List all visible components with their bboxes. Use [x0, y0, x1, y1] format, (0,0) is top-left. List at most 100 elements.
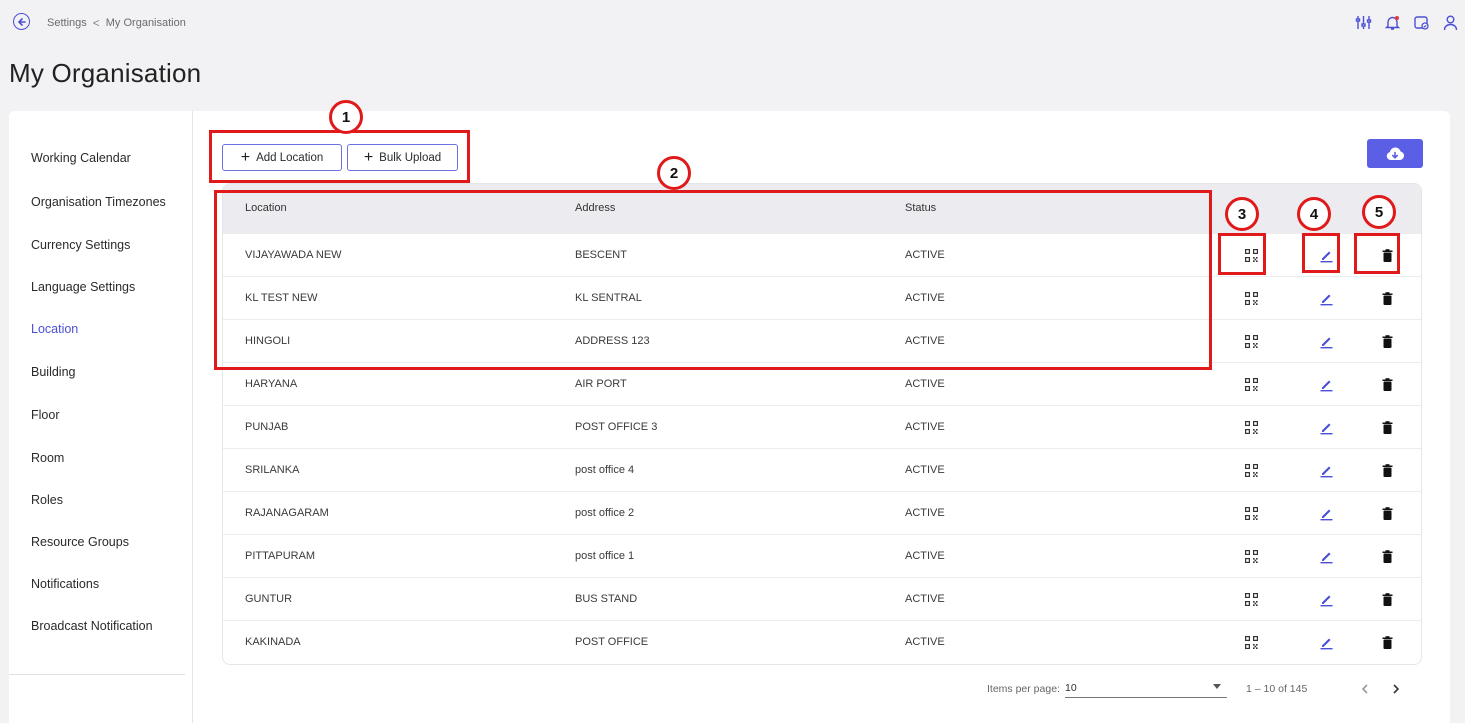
sidebar-item-room[interactable]: Room: [31, 451, 64, 465]
edit-pencil-icon[interactable]: [1315, 588, 1337, 610]
qr-code-icon[interactable]: [1240, 545, 1262, 567]
delete-trash-icon[interactable]: [1376, 330, 1398, 352]
column-header-address: Address: [575, 202, 616, 214]
qr-code-icon[interactable]: [1240, 588, 1262, 610]
cloud-download-button[interactable]: [1367, 139, 1423, 168]
annotation-number-3: 3: [1225, 197, 1259, 231]
table-row: VIJAYAWADA NEW BESCENT ACTIVE: [223, 233, 1421, 276]
qr-code-icon[interactable]: [1240, 416, 1262, 438]
next-page-button[interactable]: [1385, 678, 1407, 700]
breadcrumb-current: My Organisation: [105, 17, 186, 29]
table-row: GUNTUR BUS STAND ACTIVE: [223, 577, 1421, 620]
sidebar-item-organisation-timezones[interactable]: Organisation Timezones: [31, 195, 166, 209]
status-cell: ACTIVE: [905, 593, 945, 605]
qr-code-icon[interactable]: [1240, 244, 1262, 266]
delete-trash-icon[interactable]: [1376, 287, 1398, 309]
notification-bell-icon[interactable]: [1378, 10, 1407, 34]
table-row: HINGOLI ADDRESS 123 ACTIVE: [223, 319, 1421, 362]
location-cell: SRILANKA: [245, 464, 300, 476]
sidebar-item-language-settings[interactable]: Language Settings: [31, 280, 135, 294]
delete-trash-icon[interactable]: [1376, 502, 1398, 524]
location-cell: PUNJAB: [245, 421, 289, 433]
tune-sliders-icon[interactable]: [1349, 10, 1378, 34]
annotation-number-2: 2: [657, 156, 691, 190]
bulk-upload-button[interactable]: + Bulk Upload: [347, 144, 458, 171]
breadcrumb-settings[interactable]: Settings: [47, 17, 87, 29]
edit-pencil-icon[interactable]: [1315, 631, 1337, 653]
previous-page-button[interactable]: [1354, 678, 1376, 700]
edit-pencil-icon[interactable]: [1315, 502, 1337, 524]
add-location-button[interactable]: + Add Location: [222, 144, 342, 171]
location-cell: KAKINADA: [245, 636, 301, 648]
edit-pencil-icon[interactable]: [1315, 416, 1337, 438]
address-cell: POST OFFICE 3: [575, 421, 658, 433]
location-cell: PITTAPURAM: [245, 550, 316, 562]
breadcrumb-separator: <: [92, 16, 100, 30]
location-cell: GUNTUR: [245, 593, 293, 605]
settings-sidebar: Working Calendar Organisation Timezones …: [9, 111, 193, 723]
edit-pencil-icon[interactable]: [1315, 545, 1337, 567]
table-row: KL TEST NEW KL SENTRAL ACTIVE: [223, 276, 1421, 319]
edit-pencil-icon[interactable]: [1315, 287, 1337, 309]
edit-pencil-icon[interactable]: [1315, 244, 1337, 266]
cloud-download-icon: [1386, 147, 1405, 160]
items-per-page-value: 10: [1065, 682, 1077, 694]
chevron-right-icon: [1393, 684, 1400, 694]
table-row: HARYANA AIR PORT ACTIVE: [223, 362, 1421, 405]
address-cell: ADDRESS 123: [575, 335, 650, 347]
edit-pencil-icon[interactable]: [1315, 373, 1337, 395]
sidebar-item-floor[interactable]: Floor: [31, 408, 59, 422]
qr-code-icon[interactable]: [1240, 373, 1262, 395]
locations-table: Location Address Status VIJAYAWADA NEW BE…: [222, 183, 1422, 665]
delete-trash-icon[interactable]: [1376, 373, 1398, 395]
sidebar-item-broadcast-notification[interactable]: Broadcast Notification: [31, 619, 153, 633]
location-cell: HARYANA: [245, 378, 298, 390]
status-cell: ACTIVE: [905, 636, 945, 648]
delete-trash-icon[interactable]: [1376, 545, 1398, 567]
address-cell: post office 1: [575, 550, 635, 562]
location-cell: RAJANAGARAM: [245, 507, 329, 519]
column-header-status: Status: [905, 202, 937, 214]
annotation-number-1: 1: [329, 100, 363, 134]
sidebar-item-notifications[interactable]: Notifications: [31, 577, 99, 591]
breadcrumb: Settings < My Organisation: [47, 16, 186, 30]
top-icon-group: [1349, 10, 1465, 34]
top-bar: Settings < My Organisation: [0, 0, 1465, 46]
sidebar-item-currency-settings[interactable]: Currency Settings: [31, 238, 130, 252]
status-cell: ACTIVE: [905, 249, 945, 261]
sidebar-item-resource-groups[interactable]: Resource Groups: [31, 535, 129, 549]
delete-trash-icon[interactable]: [1376, 416, 1398, 438]
edit-pencil-icon[interactable]: [1315, 330, 1337, 352]
edit-pencil-icon[interactable]: [1315, 459, 1337, 481]
back-arrow-icon[interactable]: [13, 13, 30, 30]
delete-trash-icon[interactable]: [1376, 459, 1398, 481]
qr-code-icon[interactable]: [1240, 502, 1262, 524]
table-row: KAKINADA POST OFFICE ACTIVE: [223, 620, 1421, 663]
sidebar-item-location[interactable]: Location: [31, 322, 78, 336]
sidebar-item-roles[interactable]: Roles: [31, 493, 63, 507]
delete-trash-icon[interactable]: [1376, 631, 1398, 653]
qr-code-icon[interactable]: [1240, 459, 1262, 481]
user-icon[interactable]: [1436, 10, 1465, 34]
sidebar-divider: [9, 674, 185, 675]
qr-code-icon[interactable]: [1240, 631, 1262, 653]
sidebar-item-building[interactable]: Building: [31, 365, 75, 379]
delete-trash-icon[interactable]: [1376, 244, 1398, 266]
qr-code-icon[interactable]: [1240, 287, 1262, 309]
address-cell: BUS STAND: [575, 593, 638, 605]
status-cell: ACTIVE: [905, 335, 945, 347]
address-cell: KL SENTRAL: [575, 292, 642, 304]
delete-trash-icon[interactable]: [1376, 588, 1398, 610]
table-row: SRILANKA post office 4 ACTIVE: [223, 448, 1421, 491]
items-per-page-select[interactable]: 10: [1065, 680, 1227, 698]
qr-code-icon[interactable]: [1240, 330, 1262, 352]
items-per-page-label: Items per page:: [987, 683, 1060, 695]
address-cell: BESCENT: [575, 249, 627, 261]
plus-icon: +: [240, 148, 251, 166]
column-header-location: Location: [245, 202, 287, 214]
sidebar-item-working-calendar[interactable]: Working Calendar: [31, 151, 131, 165]
status-cell: ACTIVE: [905, 550, 945, 562]
status-cell: ACTIVE: [905, 507, 945, 519]
status-cell: ACTIVE: [905, 464, 945, 476]
calendar-check-icon[interactable]: [1407, 10, 1436, 34]
